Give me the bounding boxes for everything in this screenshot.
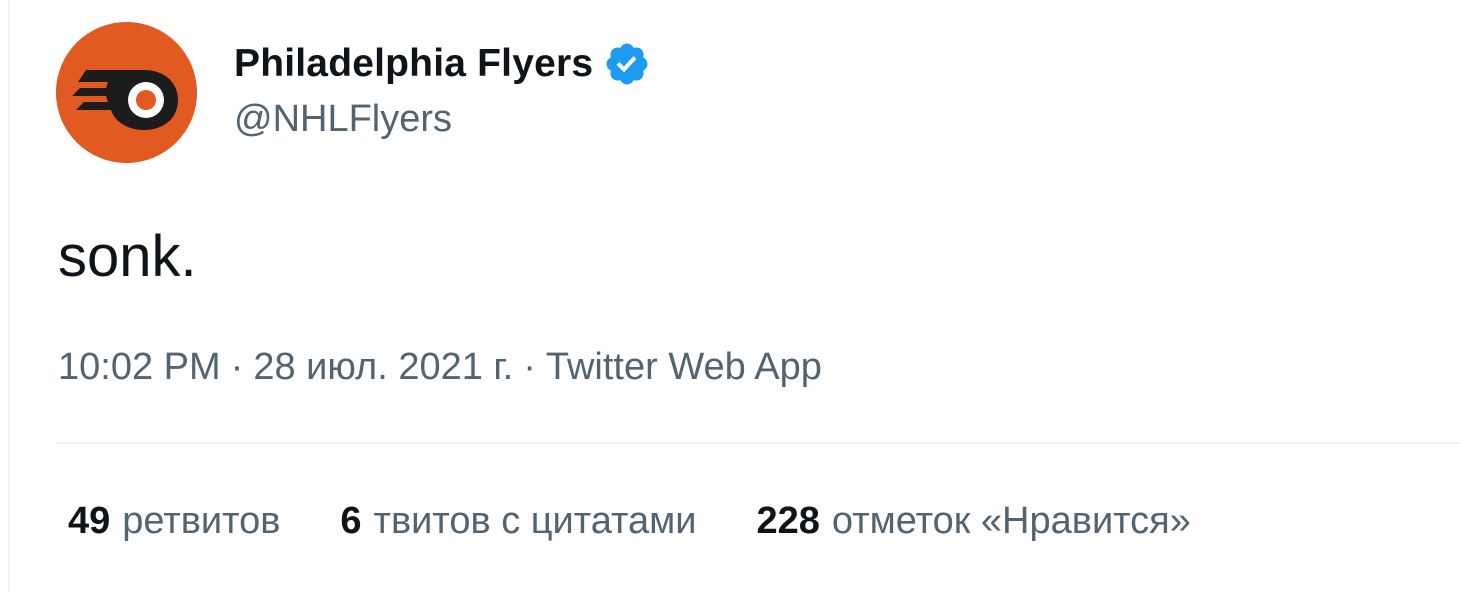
divider: [56, 442, 1460, 444]
retweets-count: 49: [68, 500, 111, 542]
tweet-text: sonk.: [58, 224, 197, 289]
author-handle[interactable]: @NHLFlyers: [234, 98, 452, 141]
flyers-logo-icon: [56, 22, 197, 163]
retweets-stat[interactable]: 49 ретвитов: [68, 500, 280, 543]
author-display-name[interactable]: Philadelphia Flyers: [234, 42, 593, 86]
likes-label: отметок «Нравится»: [831, 500, 1191, 542]
meta-separator: ·: [523, 346, 536, 388]
tweet-date[interactable]: 28 июл. 2021 г.: [253, 346, 513, 388]
author-name-row[interactable]: Philadelphia Flyers: [234, 40, 651, 88]
quote-tweets-count: 6: [340, 500, 362, 542]
verified-badge-icon: [606, 43, 648, 85]
tweet-metadata: 10:02 PM · 28 июл. 2021 г. · Twitter Web App: [58, 346, 822, 389]
tweet-time[interactable]: 10:02 PM: [58, 346, 221, 388]
retweets-label: ретвитов: [122, 500, 281, 542]
quote-tweets-stat[interactable]: 6 твитов с цитатами: [340, 500, 696, 543]
meta-separator: ·: [230, 346, 244, 388]
tweet-source[interactable]: Twitter Web App: [546, 346, 822, 388]
tweet-stats: 49 ретвитов 6 твитов с цитатами 228 отметок…: [68, 500, 1251, 543]
likes-count: 228: [756, 500, 820, 542]
avatar[interactable]: [56, 22, 197, 163]
likes-stat[interactable]: 228 отметок «Нравится»: [757, 500, 1191, 543]
quote-tweets-label: твитов с цитатами: [373, 500, 697, 542]
